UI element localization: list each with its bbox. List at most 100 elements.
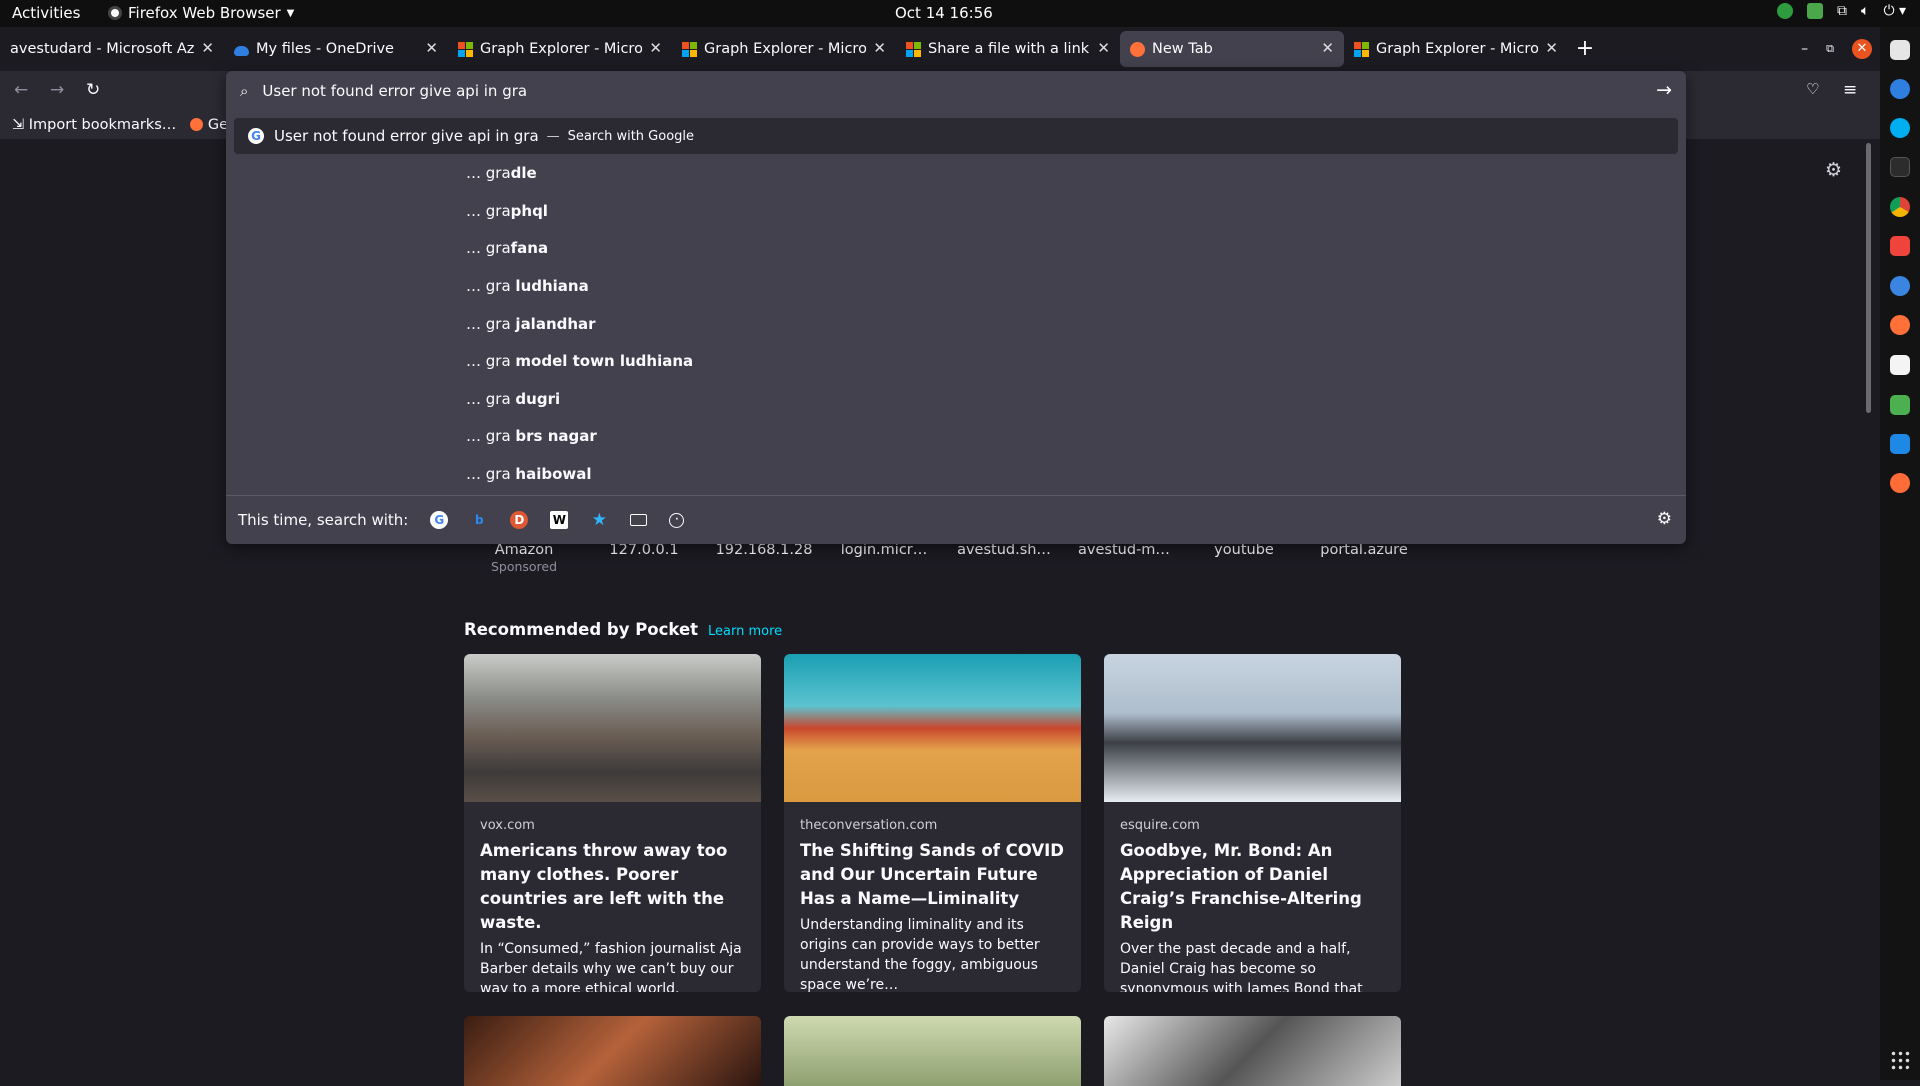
close-icon[interactable]: ✕ [1097, 39, 1110, 57]
bookmarks-star-icon[interactable]: ★ [590, 510, 608, 530]
import-bookmarks[interactable]: ⇲ Import bookmarks… [12, 117, 176, 133]
sponsored-label: Sponsored [490, 559, 558, 574]
suggestion-item[interactable]: … gradle [466, 164, 537, 182]
reload-icon[interactable]: ↻ [86, 80, 100, 100]
tab-label: Graph Explorer - Microsoft [704, 41, 866, 57]
pocket-card[interactable]: vox.com Americans throw away too many cl… [464, 654, 761, 992]
shield-icon[interactable] [1807, 3, 1824, 19]
top-site-tile[interactable]: 127.0.0.1 [584, 542, 704, 574]
ubuntu-dock [1880, 27, 1920, 1080]
suggestion-item[interactable]: … grafana [466, 239, 548, 257]
close-icon[interactable]: ✕ [873, 39, 886, 57]
azure-data-icon[interactable] [1890, 276, 1910, 296]
app-grid-icon[interactable] [1890, 1050, 1910, 1070]
minimize-icon[interactable]: – [1801, 41, 1808, 57]
close-icon[interactable]: ✕ [1321, 39, 1334, 57]
top-site-label: portal.azure [1320, 542, 1408, 558]
chrome-icon[interactable] [1890, 197, 1910, 217]
pocket-card-image[interactable] [464, 1016, 761, 1086]
suggestion-prefix: … gra [466, 390, 516, 408]
pocket-icon[interactable]: ♡ [1806, 80, 1819, 98]
text-editor-icon[interactable] [1890, 355, 1910, 375]
tab-new-tab[interactable]: New Tab ✕ [1120, 31, 1344, 67]
firefox-icon [1130, 41, 1145, 57]
top-site-label: Amazon [494, 542, 554, 558]
clock[interactable]: Oct 14 16:56 [895, 4, 993, 22]
go-arrow-icon[interactable]: → [1656, 79, 1672, 101]
tabs-icon[interactable] [630, 514, 648, 526]
duckduckgo-icon[interactable]: D [510, 511, 529, 529]
tab-azure[interactable]: avestudard - Microsoft Azure ✕ [0, 31, 224, 67]
vscode-icon[interactable] [1890, 434, 1910, 454]
tab-graph-explorer-1[interactable]: Graph Explorer - Microsoft ✕ [448, 31, 672, 67]
top-site-tile[interactable]: Amazon Sponsored [464, 542, 584, 574]
skype-icon[interactable] [1890, 118, 1910, 138]
bing-icon[interactable]: b [470, 511, 488, 529]
menu-icon[interactable]: ≡ [1843, 80, 1857, 100]
tab-graph-explorer-3[interactable]: Graph Explorer - Microsoft ✕ [1344, 31, 1568, 67]
gear-icon[interactable]: ⚙ [1825, 159, 1842, 181]
address-input[interactable]: User not found error give api in gra [262, 82, 527, 100]
forward-icon[interactable]: → [50, 80, 64, 100]
suggestion-item[interactable]: … gra model town ludhiana [466, 352, 693, 370]
microsoft-icon [906, 41, 921, 57]
scrollbar[interactable] [1866, 143, 1871, 413]
close-icon[interactable]: ✕ [425, 39, 438, 57]
activities-button[interactable]: Activities [12, 4, 80, 22]
files-icon[interactable] [1890, 40, 1910, 60]
pocket-card[interactable]: esquire.com Goodbye, Mr. Bond: An Apprec… [1104, 654, 1401, 992]
suggestion-item[interactable]: … graphql [466, 202, 548, 220]
top-site-tile[interactable]: portal.azure [1304, 542, 1424, 574]
window-controls: – ⧉ ✕ [1801, 27, 1880, 71]
network-icon[interactable]: ⧉ [1837, 3, 1847, 19]
postman-icon[interactable] [1890, 473, 1910, 493]
sync-icon[interactable] [1777, 3, 1794, 19]
top-site-tile[interactable]: avestud-m… [1064, 542, 1184, 574]
back-icon[interactable]: ← [14, 80, 28, 100]
firefox-icon [108, 6, 122, 20]
suggestion-item[interactable]: … gra brs nagar [466, 427, 597, 445]
history-clock-icon[interactable]: · [669, 512, 685, 528]
power-icon[interactable]: ⏻ ▾ [1883, 3, 1906, 19]
top-site-tile[interactable]: youtube [1184, 542, 1304, 574]
image-viewer-icon[interactable] [1890, 395, 1910, 415]
azure-icon[interactable] [1890, 79, 1910, 99]
top-site-tile[interactable]: 192.168.1.28 [704, 542, 824, 574]
suggestion-item[interactable]: … gra jalandhar [466, 315, 596, 333]
learn-more-link[interactable]: Learn more [708, 624, 782, 639]
suggestion-completion: dle [510, 164, 537, 182]
close-icon[interactable]: ✕ [1545, 39, 1558, 57]
app-menu[interactable]: Firefox Web Browser ▼ [108, 4, 294, 22]
close-window-icon[interactable]: ✕ [1852, 39, 1872, 59]
suggestion-completion: dugri [515, 390, 561, 408]
pocket-card[interactable]: theconversation.com The Shifting Sands o… [784, 654, 1081, 992]
firefox-dock-icon[interactable] [1890, 315, 1910, 335]
tab-share-file[interactable]: Share a file with a link - M ✕ [896, 31, 1120, 67]
suggestion-item[interactable]: … gra dugri [466, 390, 560, 408]
firefox-icon [190, 118, 204, 131]
close-icon[interactable]: ✕ [649, 39, 662, 57]
new-tab-button[interactable]: + [1568, 32, 1602, 66]
suggestion-item[interactable]: … gra haibowal [466, 465, 592, 483]
google-icon[interactable]: G [430, 511, 449, 529]
pocket-card-image[interactable] [1104, 1016, 1401, 1086]
suggestion-completion: phql [510, 202, 548, 220]
pocket-card-image[interactable] [784, 1016, 1081, 1086]
tab-onedrive[interactable]: My files - OneDrive ✕ [224, 31, 448, 67]
close-icon[interactable]: ✕ [201, 39, 214, 57]
suggestion-prefix: … gra [466, 277, 516, 295]
suggestion-completion: jalandhar [515, 315, 596, 333]
terminal-icon[interactable] [1890, 157, 1910, 177]
volume-icon[interactable]: 🔈︎ [1861, 3, 1869, 19]
anydesk-icon[interactable] [1890, 236, 1910, 256]
search-settings-gear-icon[interactable]: ⚙ [1657, 509, 1672, 529]
top-site-tile[interactable]: login.micr… [824, 542, 944, 574]
top-site-tile[interactable]: avestud.sh… [944, 542, 1064, 574]
suggestion-search-google[interactable]: G User not found error give api in gra —… [234, 118, 1678, 154]
maximize-icon[interactable]: ⧉ [1826, 42, 1834, 56]
address-bar[interactable]: ⌕ User not found error give api in gra → [226, 71, 1686, 111]
tab-graph-explorer-2[interactable]: Graph Explorer - Microsoft ✕ [672, 31, 896, 67]
suggestion-item[interactable]: … gra ludhiana [466, 277, 589, 295]
system-tray[interactable]: ⧉ 🔈︎ ⏻ ▾ [1777, 3, 1906, 19]
wikipedia-icon[interactable]: W [550, 511, 569, 529]
